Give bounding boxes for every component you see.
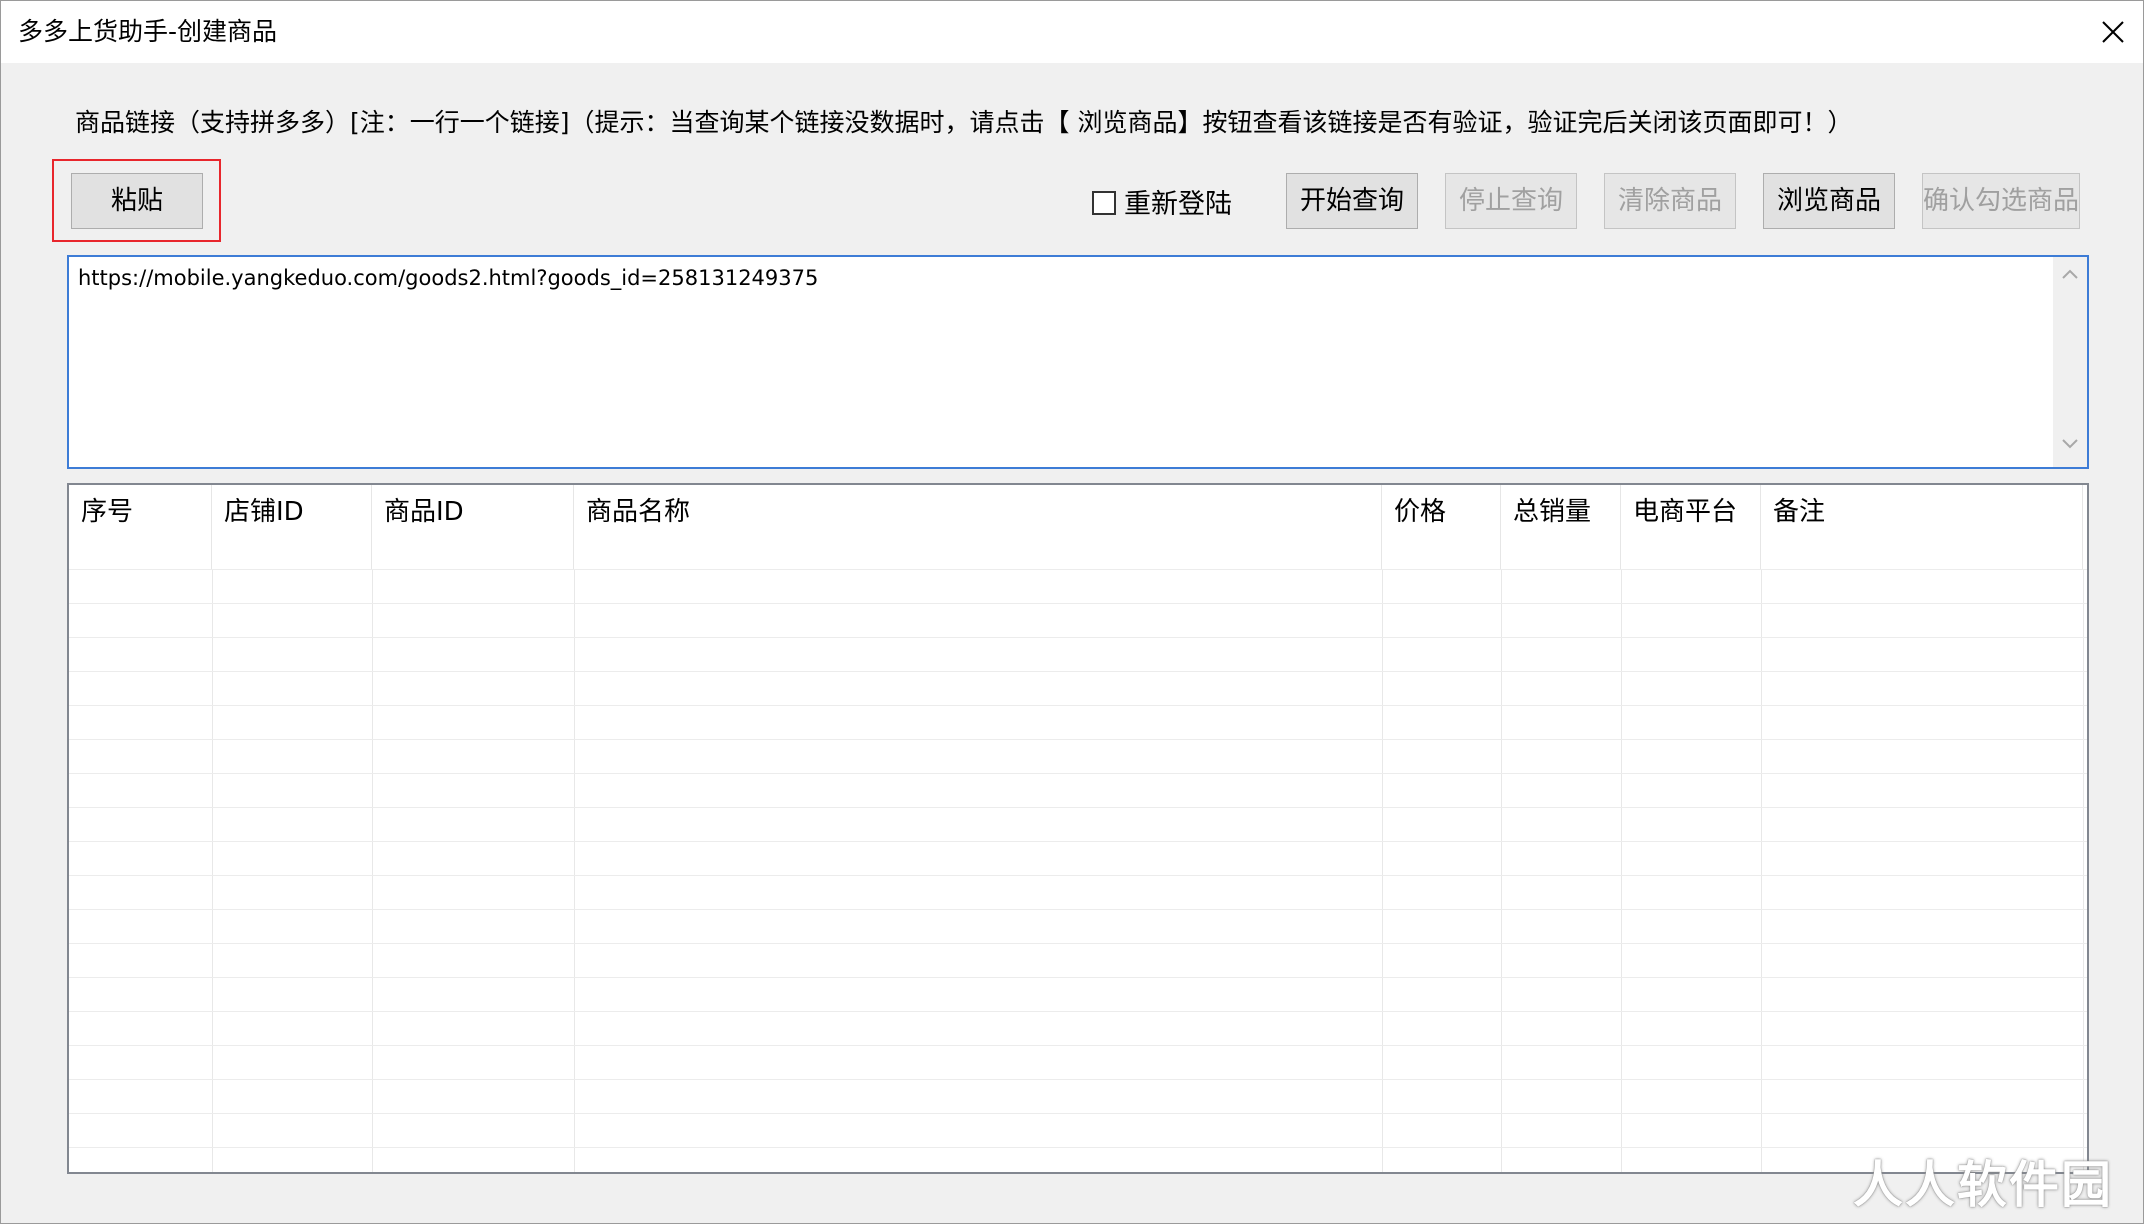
scroll-down-icon[interactable]: [2062, 439, 2078, 449]
table-row-divider: [69, 1113, 2087, 1114]
column-header-remark[interactable]: 备注: [1761, 485, 2083, 569]
table-row-divider: [69, 739, 2087, 740]
start-query-button[interactable]: 开始查询: [1286, 173, 1418, 229]
table-row-divider: [69, 841, 2087, 842]
column-divider: [574, 569, 575, 1172]
table-row-divider: [69, 1011, 2087, 1012]
table-row-divider: [69, 569, 2087, 570]
column-divider: [1761, 569, 1762, 1172]
column-header-shop-id[interactable]: 店铺ID: [212, 485, 372, 569]
relogin-checkbox-box[interactable]: [1092, 191, 1116, 215]
url-input-scrollbar[interactable]: [2053, 257, 2087, 467]
goods-table: 序号 店铺ID 商品ID 商品名称 价格 总销量 电商平台 备注: [67, 483, 2089, 1174]
watermark-logo: 人人软件园: [1853, 1156, 2113, 1214]
window-title: 多多上货助手-创建商品: [18, 17, 278, 46]
table-row-divider: [69, 773, 2087, 774]
column-divider: [2083, 569, 2084, 1172]
column-header-goods-name[interactable]: 商品名称: [574, 485, 1382, 569]
column-header-goods-id[interactable]: 商品ID: [372, 485, 574, 569]
close-button[interactable]: [2081, 1, 2143, 63]
scroll-up-icon[interactable]: [2062, 269, 2078, 279]
url-input[interactable]: https://mobile.yangkeduo.com/goods2.html…: [67, 255, 2089, 469]
column-divider: [1382, 569, 1383, 1172]
column-header-platform[interactable]: 电商平台: [1621, 485, 1761, 569]
browse-goods-button[interactable]: 浏览商品: [1763, 173, 1895, 229]
table-row-divider: [69, 1147, 2087, 1148]
column-divider: [212, 569, 213, 1172]
table-header: 序号 店铺ID 商品ID 商品名称 价格 总销量 电商平台 备注: [69, 485, 2087, 569]
instruction-label: 商品链接（支持拼多多）[注：一行一个链接]（提示：当查询某个链接没数据时，请点击…: [75, 108, 1853, 137]
column-divider: [1501, 569, 1502, 1172]
table-row-divider: [69, 671, 2087, 672]
table-row-divider: [69, 943, 2087, 944]
column-header-index[interactable]: 序号: [69, 485, 212, 569]
table-row-divider: [69, 1045, 2087, 1046]
table-row-divider: [69, 637, 2087, 638]
table-row-divider: [69, 977, 2087, 978]
main-window: 多多上货助手-创建商品 商品链接（支持拼多多）[注：一行一个链接]（提示：当查询…: [0, 0, 2144, 1224]
column-header-total-sales[interactable]: 总销量: [1501, 485, 1621, 569]
table-row-divider: [69, 807, 2087, 808]
url-input-text: https://mobile.yangkeduo.com/goods2.html…: [78, 266, 819, 290]
table-row-divider: [69, 1079, 2087, 1080]
table-row-divider: [69, 875, 2087, 876]
column-divider: [1621, 569, 1622, 1172]
column-divider: [372, 569, 373, 1172]
column-header-price[interactable]: 价格: [1382, 485, 1501, 569]
stop-query-button[interactable]: 停止查询: [1445, 173, 1577, 229]
table-row-divider: [69, 603, 2087, 604]
highlight-annotation: [52, 159, 221, 242]
table-row-divider: [69, 705, 2087, 706]
table-row-divider: [69, 909, 2087, 910]
clear-goods-button[interactable]: 清除商品: [1604, 173, 1736, 229]
close-icon: [2102, 21, 2124, 43]
confirm-selected-button[interactable]: 确认勾选商品: [1922, 173, 2080, 229]
relogin-checkbox-label: 重新登陆: [1124, 189, 1232, 220]
title-bar: 多多上货助手-创建商品: [1, 1, 2143, 63]
